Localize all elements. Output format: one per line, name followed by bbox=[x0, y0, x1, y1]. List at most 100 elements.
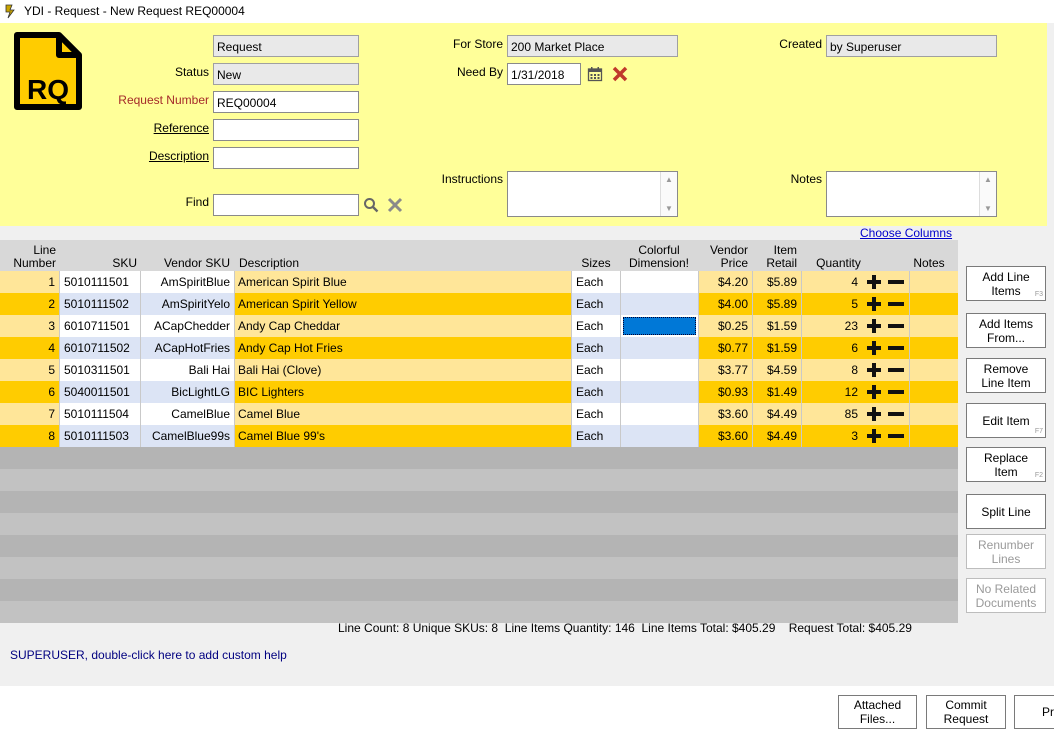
col-line-number[interactable]: Line Number bbox=[0, 244, 59, 270]
commit-request-button[interactable]: Commit Request bbox=[926, 695, 1006, 729]
request-number-field[interactable]: REQ00004 bbox=[213, 91, 359, 113]
size-cell[interactable]: Each bbox=[572, 271, 620, 293]
increase-quantity-icon[interactable] bbox=[866, 296, 882, 312]
size-cell[interactable]: Each bbox=[572, 337, 620, 359]
size-cell[interactable]: Each bbox=[572, 425, 620, 447]
dimension-cell[interactable] bbox=[621, 403, 698, 425]
line-number-cell[interactable]: 1 bbox=[0, 271, 59, 293]
size-cell[interactable]: Each bbox=[572, 359, 620, 381]
scroll-up-icon[interactable]: ▲ bbox=[984, 175, 992, 184]
col-sizes[interactable]: Sizes bbox=[572, 257, 620, 270]
col-sku[interactable]: SKU bbox=[60, 257, 140, 270]
selected-cell-highlight[interactable] bbox=[623, 317, 696, 335]
decrease-quantity-icon[interactable] bbox=[888, 274, 904, 290]
item-retail-cell[interactable]: $1.59 bbox=[753, 337, 801, 359]
notes-scrollbar[interactable]: ▲ ▼ bbox=[979, 172, 996, 216]
col-vendor-sku[interactable]: Vendor SKU bbox=[141, 257, 233, 270]
item-retail-cell[interactable]: $1.59 bbox=[753, 315, 801, 337]
vendor-sku-cell[interactable]: CamelBlue bbox=[141, 403, 234, 425]
print-button[interactable]: Pr bbox=[1014, 695, 1054, 729]
decrease-quantity-icon[interactable] bbox=[888, 340, 904, 356]
item-retail-cell[interactable]: $4.59 bbox=[753, 359, 801, 381]
line-number-cell[interactable]: 7 bbox=[0, 403, 59, 425]
description-cell[interactable]: American Spirit Yellow bbox=[234, 293, 571, 315]
quantity-cell[interactable]: 4 bbox=[802, 271, 862, 293]
calendar-icon[interactable] bbox=[587, 66, 603, 82]
quantity-cell[interactable]: 6 bbox=[802, 337, 862, 359]
vendor-price-cell[interactable]: $4.00 bbox=[699, 293, 752, 315]
decrease-quantity-icon[interactable] bbox=[888, 362, 904, 378]
sku-cell[interactable]: 5010111503 bbox=[60, 425, 141, 447]
col-vendor-price[interactable]: Vendor Price bbox=[698, 244, 752, 270]
scroll-down-icon[interactable]: ▼ bbox=[665, 204, 673, 213]
description-cell[interactable]: Camel Blue 99's bbox=[234, 425, 571, 447]
vendor-sku-cell[interactable]: CamelBlue99s bbox=[141, 425, 234, 447]
split-line-button[interactable]: Split Line bbox=[966, 494, 1046, 529]
clear-date-icon[interactable] bbox=[612, 66, 628, 82]
item-retail-cell[interactable]: $1.49 bbox=[753, 381, 801, 403]
add-items-from-button[interactable]: Add Items From... bbox=[966, 313, 1046, 348]
item-retail-cell[interactable]: $4.49 bbox=[753, 425, 801, 447]
item-retail-cell[interactable]: $4.49 bbox=[753, 403, 801, 425]
increase-quantity-icon[interactable] bbox=[866, 318, 882, 334]
line-number-cell[interactable]: 3 bbox=[0, 315, 59, 337]
item-retail-cell[interactable]: $5.89 bbox=[753, 271, 801, 293]
increase-quantity-icon[interactable] bbox=[866, 362, 882, 378]
sku-cell[interactable]: 5010111502 bbox=[60, 293, 141, 315]
need-by-field[interactable]: 1/31/2018 bbox=[507, 63, 581, 85]
table-row[interactable]: 6 5040011501 BicLightLG BIC Lighters Each $0.… bbox=[0, 381, 958, 403]
reference-field[interactable] bbox=[213, 119, 359, 141]
notes-cell[interactable] bbox=[910, 315, 957, 337]
line-number-cell[interactable]: 8 bbox=[0, 425, 59, 447]
description-field[interactable] bbox=[213, 147, 359, 169]
description-cell[interactable]: Andy Cap Hot Fries bbox=[234, 337, 571, 359]
decrease-quantity-icon[interactable] bbox=[888, 384, 904, 400]
notes-cell[interactable] bbox=[910, 293, 957, 315]
dimension-cell[interactable] bbox=[621, 425, 698, 447]
sku-cell[interactable]: 6010711501 bbox=[60, 315, 141, 337]
scroll-down-icon[interactable]: ▼ bbox=[984, 204, 992, 213]
replace-item-button[interactable]: Replace Item F2 bbox=[966, 447, 1046, 482]
line-number-cell[interactable]: 6 bbox=[0, 381, 59, 403]
description-cell[interactable]: Bali Hai (Clove) bbox=[234, 359, 571, 381]
vendor-price-cell[interactable]: $3.60 bbox=[699, 425, 752, 447]
table-row[interactable]: 2 5010111502 AmSpiritYelo American Spirit Y… bbox=[0, 293, 958, 315]
col-quantity[interactable]: Quantity bbox=[801, 257, 876, 270]
table-row[interactable]: 1 5010111501 AmSpiritBlue American Spirit B… bbox=[0, 271, 958, 293]
add-line-items-button[interactable]: Add Line Items F3 bbox=[966, 266, 1046, 301]
table-row[interactable]: 5 5010311501 Bali Hai Bali Hai (Clove) Each $… bbox=[0, 359, 958, 381]
sku-cell[interactable]: 5010111504 bbox=[60, 403, 141, 425]
increase-quantity-icon[interactable] bbox=[866, 428, 882, 444]
increase-quantity-icon[interactable] bbox=[866, 274, 882, 290]
quantity-cell[interactable]: 3 bbox=[802, 425, 862, 447]
quantity-cell[interactable]: 12 bbox=[802, 381, 862, 403]
item-retail-cell[interactable]: $5.89 bbox=[753, 293, 801, 315]
size-cell[interactable]: Each bbox=[572, 293, 620, 315]
description-cell[interactable]: Andy Cap Cheddar bbox=[234, 315, 571, 337]
col-dimension[interactable]: Colorful Dimension! bbox=[620, 244, 698, 270]
col-description[interactable]: Description bbox=[239, 257, 439, 270]
line-number-cell[interactable]: 2 bbox=[0, 293, 59, 315]
vendor-sku-cell[interactable]: AmSpiritYelo bbox=[141, 293, 234, 315]
table-row[interactable]: 7 5010111504 CamelBlue Camel Blue Each $3.60 $… bbox=[0, 403, 958, 425]
table-row[interactable]: 8 5010111503 CamelBlue99s Camel Blue 99's Ea… bbox=[0, 425, 958, 447]
vendor-price-cell[interactable]: $3.60 bbox=[699, 403, 752, 425]
vendor-sku-cell[interactable]: ACapHotFries bbox=[141, 337, 234, 359]
sku-cell[interactable]: 5010311501 bbox=[60, 359, 141, 381]
table-row[interactable]: 4 6010711502 ACapHotFries Andy Cap Hot Frie… bbox=[0, 337, 958, 359]
quantity-cell[interactable]: 8 bbox=[802, 359, 862, 381]
find-input[interactable] bbox=[213, 194, 359, 216]
col-notes[interactable]: Notes bbox=[910, 257, 948, 270]
quantity-cell[interactable]: 5 bbox=[802, 293, 862, 315]
dimension-cell[interactable] bbox=[621, 315, 698, 337]
notes-cell[interactable] bbox=[910, 425, 957, 447]
custom-help-text[interactable]: SUPERUSER, double-click here to add cust… bbox=[10, 648, 287, 662]
dimension-cell[interactable] bbox=[621, 359, 698, 381]
size-cell[interactable]: Each bbox=[572, 315, 620, 337]
instructions-field[interactable]: ▲ ▼ bbox=[507, 171, 678, 217]
sku-cell[interactable]: 5010111501 bbox=[60, 271, 141, 293]
vendor-sku-cell[interactable]: Bali Hai bbox=[141, 359, 234, 381]
line-number-cell[interactable]: 5 bbox=[0, 359, 59, 381]
edit-item-button[interactable]: Edit Item F7 bbox=[966, 403, 1046, 438]
decrease-quantity-icon[interactable] bbox=[888, 428, 904, 444]
